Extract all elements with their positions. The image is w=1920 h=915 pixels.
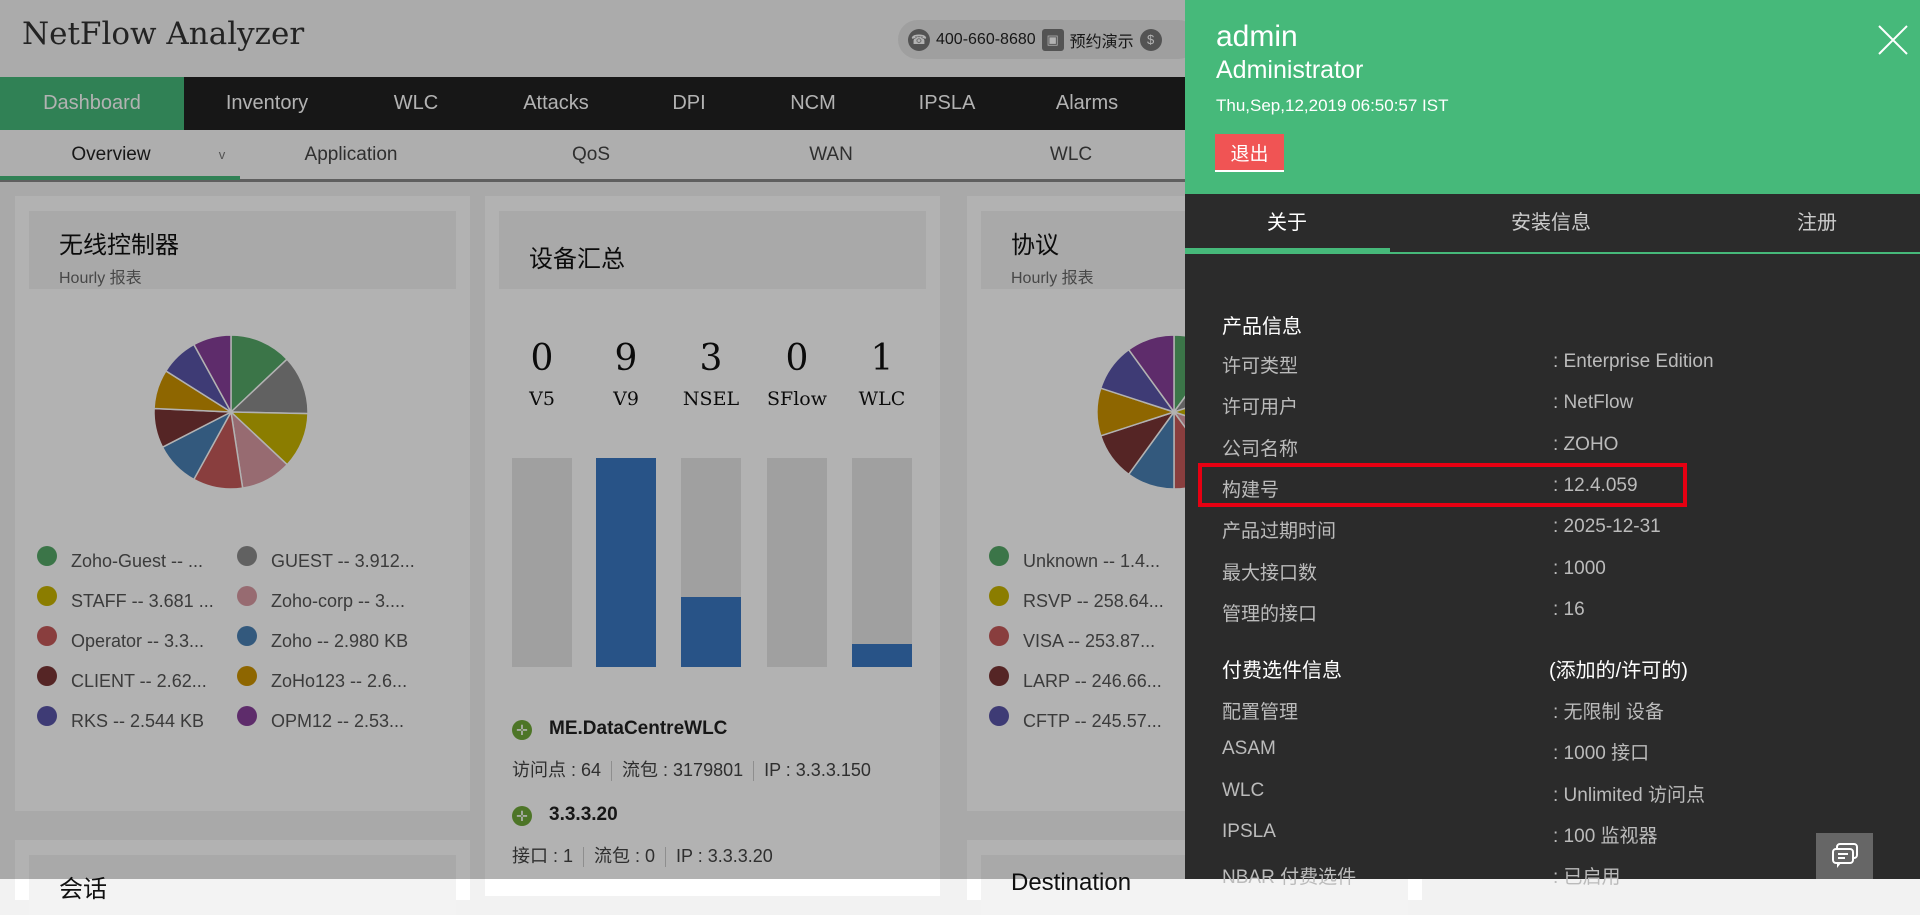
info-value: : 16: [1553, 598, 1585, 620]
info-value: : ZOHO: [1553, 433, 1619, 455]
info-label: 产品过期时间: [1222, 521, 1337, 543]
info-value: : 1000: [1553, 557, 1606, 579]
info-label: 配置管理: [1222, 702, 1299, 723]
tab-about[interactable]: 关于: [1267, 194, 1307, 252]
info-label: NBAR 付费选件: [1222, 867, 1357, 889]
info-label: 最大接口数: [1222, 562, 1318, 584]
tab-install-info[interactable]: 安装信息: [1511, 194, 1591, 252]
info-value: : Enterprise Edition: [1553, 351, 1714, 372]
close-icon[interactable]: [1875, 22, 1911, 58]
chat-icon: [1831, 843, 1858, 868]
info-label: 许可用户: [1222, 397, 1299, 419]
user-info-panel: admin Administrator Thu,Sep,12,2019 06:5…: [1185, 0, 1920, 888]
chat-button[interactable]: [1816, 833, 1873, 879]
info-value: : 已启用: [1553, 867, 1621, 889]
info-label: ASAM: [1222, 738, 1276, 760]
info-value: : Unlimited 访问点: [1553, 784, 1706, 806]
info-label: 管理的接口: [1222, 603, 1318, 625]
user-role: Administrator: [1216, 56, 1364, 84]
product-info-heading: 产品信息: [1222, 316, 1302, 338]
info-label: WLC: [1222, 779, 1265, 801]
info-value: : 100 监视器: [1553, 825, 1658, 847]
info-label: 公司名称: [1222, 438, 1299, 460]
logout-button[interactable]: 退出: [1215, 134, 1284, 172]
panel-tabs: 关于 安装信息 注册: [1185, 194, 1920, 254]
info-value: : 2025-12-31: [1553, 516, 1661, 538]
current-datetime: Thu,Sep,12,2019 06:50:57 IST: [1216, 96, 1449, 115]
modal-backdrop[interactable]: [0, 0, 1185, 879]
info-label: IPSLA: [1222, 820, 1276, 842]
info-value: : 1000 接口: [1553, 743, 1650, 765]
active-tab-underline: [1185, 248, 1390, 253]
info-value: : 无限制 设备: [1553, 702, 1664, 723]
username: admin: [1216, 20, 1298, 53]
addon-info-heading: 付费选件信息: [1222, 660, 1342, 682]
highlight-box: [1198, 463, 1687, 507]
addon-column-heading: (添加的/许可的): [1549, 660, 1688, 682]
info-value: : NetFlow: [1553, 392, 1634, 414]
info-label: 许可类型: [1222, 356, 1299, 377]
tab-register[interactable]: 注册: [1797, 194, 1837, 252]
panel-header: admin Administrator Thu,Sep,12,2019 06:5…: [1185, 0, 1920, 194]
